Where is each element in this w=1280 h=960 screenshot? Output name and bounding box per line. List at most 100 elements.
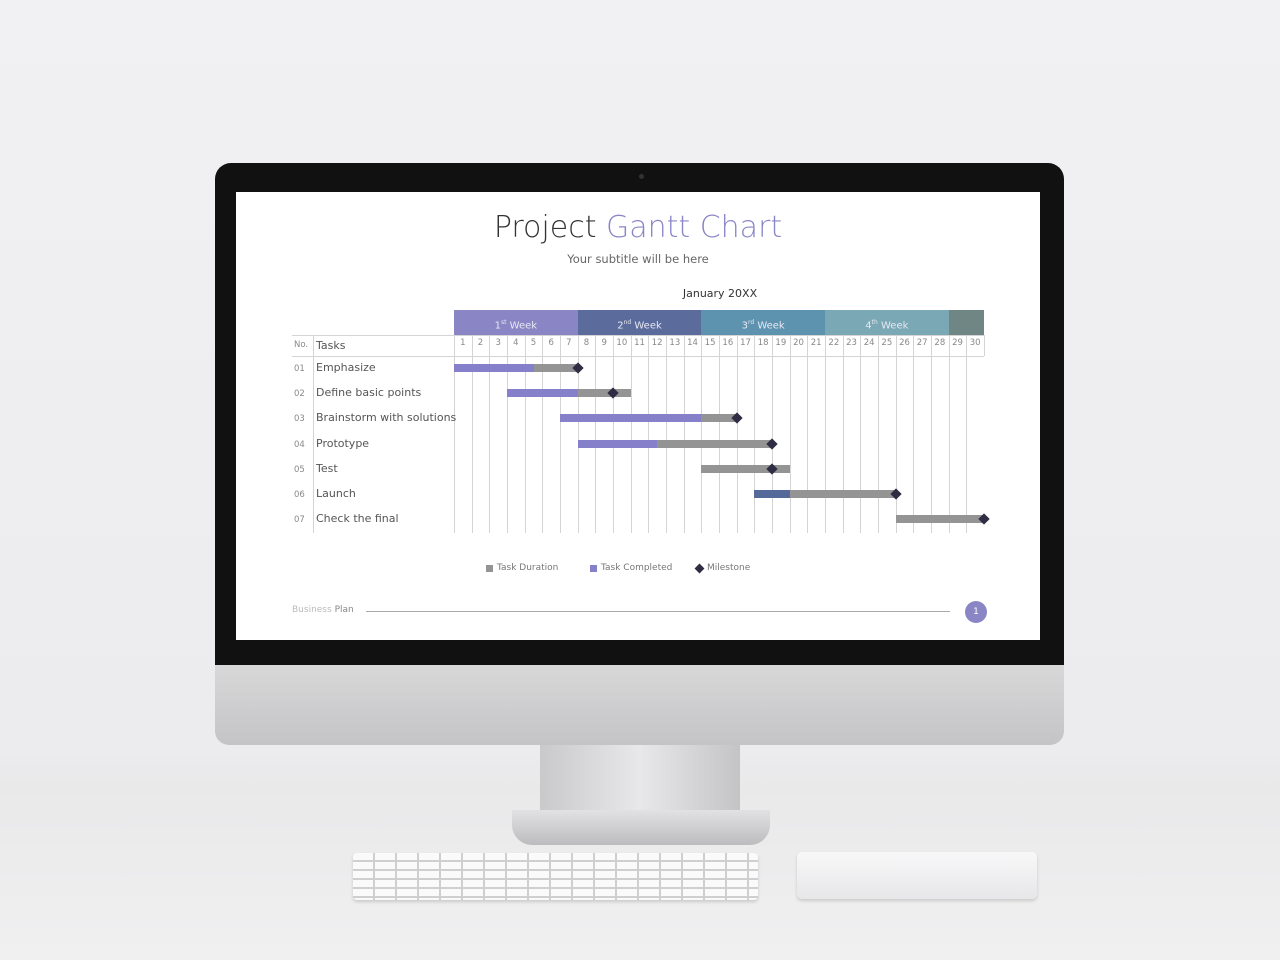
task-name: Prototype [316, 436, 370, 450]
no-header: No. [294, 340, 309, 350]
task-number: 05 [294, 464, 305, 475]
task-number: 06 [294, 490, 305, 500]
task-name: Launch [316, 487, 356, 500]
day-tick-label: 6 [548, 338, 554, 348]
task-name: Emphasize [316, 361, 376, 374]
task-number: 01 [294, 364, 305, 374]
day-tick-label: 25 [881, 338, 893, 348]
day-tick-label: 1 [460, 338, 466, 348]
day-gridline [789, 335, 791, 533]
day-gridline [860, 335, 862, 533]
day-gridline [595, 335, 597, 533]
day-tick-label: 5 [530, 338, 537, 348]
day-tick-label: 2 [477, 338, 484, 348]
monitor-chin [215, 665, 1064, 745]
task-completed-bar [560, 414, 702, 423]
task-completed-bar [507, 389, 578, 398]
day-gridline [931, 335, 932, 533]
monitor-stand [540, 745, 740, 815]
day-gridline [613, 335, 614, 533]
task-completed-bar [577, 439, 658, 448]
day-gridline [895, 335, 897, 533]
task-duration-bar [895, 515, 984, 524]
legend-label: Milestone [707, 563, 751, 573]
trackpad [797, 852, 1037, 899]
day-tick-label: 4 [513, 338, 519, 348]
legend-diamond-icon [694, 563, 705, 573]
day-gridline [666, 335, 667, 533]
title-part2: Gantt Chart [606, 210, 783, 245]
day-tick-label: 21 [810, 338, 822, 348]
legend-label: Task Duration [497, 563, 559, 573]
day-gridline [984, 335, 985, 356]
footer-divider [366, 611, 950, 612]
day-tick-label: 30 [969, 338, 981, 348]
day-tick-label: 17 [740, 338, 751, 348]
week-label: Week [880, 320, 909, 332]
day-tick-label: 27 [916, 338, 928, 348]
day-gridline [683, 335, 685, 533]
day-gridline [807, 335, 809, 533]
legend-item: Task Duration [486, 563, 558, 573]
title-part1: Project [493, 210, 597, 245]
month-label: January 20XX [682, 287, 758, 300]
week-label: Week [757, 320, 785, 332]
task-number: 04 [294, 439, 305, 450]
day-tick-label: 13 [669, 338, 681, 348]
footer-part2: Plan [334, 605, 354, 615]
legend-swatch [486, 564, 493, 572]
day-gridline [648, 335, 650, 533]
week-ordinal-suffix: st [500, 319, 507, 326]
legend-item: Task Completed [590, 563, 672, 573]
day-gridline [913, 335, 915, 533]
week-label: Week [634, 320, 662, 332]
day-tick-label: 20 [793, 338, 804, 348]
day-gridline [825, 335, 826, 533]
tasks-header: Tasks [316, 339, 346, 352]
day-tick-label: 12 [651, 338, 663, 348]
header-line [292, 335, 984, 336]
week-ordinal-suffix: th [871, 319, 878, 326]
day-gridline [754, 335, 756, 533]
footer-label: Business Plan [292, 605, 354, 615]
footer-part1: Business [292, 605, 332, 615]
day-tick-label: 16 [722, 338, 734, 348]
week-ordinal-suffix: nd [623, 319, 632, 326]
day-tick-label: 10 [616, 338, 628, 348]
task-number: 02 [294, 389, 305, 400]
monitor-stand-base [512, 810, 770, 845]
task-name: Test [316, 461, 338, 475]
week-header [948, 310, 984, 335]
day-gridline [736, 335, 738, 533]
day-tick-label: 19 [775, 338, 787, 348]
week-header: 4th Week [825, 310, 949, 335]
day-tick-label: 23 [846, 338, 857, 348]
day-tick-label: 14 [687, 338, 698, 348]
week-header: 1st Week [454, 310, 578, 335]
week-header: 3rd Week [701, 310, 825, 335]
task-name: Check the final [316, 512, 399, 526]
legend-item: Milestone [694, 563, 751, 573]
day-tick-label: 24 [863, 338, 875, 348]
day-gridline [772, 335, 773, 533]
week-header: 2nd Week [577, 310, 702, 335]
day-tick-label: 28 [934, 338, 946, 348]
day-tick-label: 7 [566, 338, 572, 348]
camera-icon [639, 174, 644, 179]
task-number: 07 [294, 515, 305, 526]
day-gridline [719, 335, 720, 533]
task-name: Brainstorm with solutions [316, 411, 457, 425]
legend-swatch [590, 564, 597, 572]
day-tick-label: 11 [634, 338, 645, 348]
week-ordinal-suffix: rd [747, 319, 755, 326]
day-gridline [701, 335, 703, 533]
task-number: 03 [294, 414, 305, 425]
day-gridline [630, 335, 632, 533]
slide-title: Project Gantt Chart [236, 210, 1040, 245]
day-tick-label: 9 [601, 338, 607, 348]
legend-label: Task Completed [601, 563, 673, 573]
week-label: Week [509, 320, 538, 332]
column-divider [313, 335, 314, 533]
keyboard [353, 853, 758, 900]
day-tick-label: 15 [704, 338, 716, 348]
